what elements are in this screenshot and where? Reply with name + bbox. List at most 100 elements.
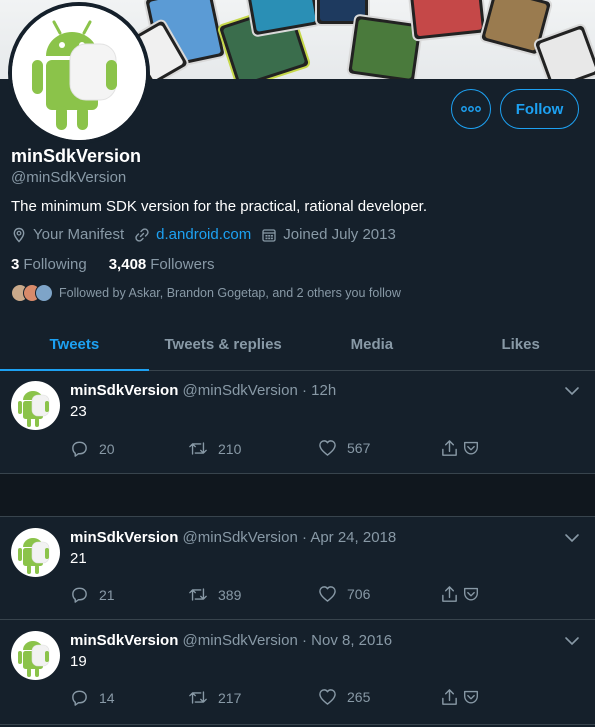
android-marshmallow-logo <box>18 391 50 427</box>
tweet-author-handle[interactable]: @minSdkVersion <box>183 382 298 399</box>
tweet-avatar[interactable] <box>11 381 60 430</box>
save-action[interactable] <box>462 688 490 706</box>
tweet-separator <box>0 474 595 516</box>
save-action[interactable] <box>462 585 490 603</box>
profile-name: minSdkVersion <box>11 146 142 166</box>
tweet-time[interactable]: · 12h <box>302 382 336 399</box>
tweet-header: minSdkVersion @minSdkVersion · 12h <box>70 382 336 399</box>
profile-bio: The minimum SDK version for the practica… <box>11 198 428 215</box>
following-count[interactable]: 3 Following <box>11 256 87 273</box>
like-count: 567 <box>347 440 371 456</box>
tweet-actions: 21 389 706 <box>70 585 490 605</box>
tweet-author-handle[interactable]: @minSdkVersion <box>183 529 298 546</box>
android-marshmallow-logo <box>18 641 50 677</box>
tab-tweets[interactable]: Tweets <box>0 319 149 371</box>
reply-count: 14 <box>99 689 115 706</box>
follow-counts: 3 Following 3,408 Followers <box>11 256 236 273</box>
share-icon <box>442 440 457 456</box>
followers-number: 3,408 <box>108 256 147 273</box>
followers-count[interactable]: 3,408 Followers <box>109 256 215 273</box>
share-icon <box>442 586 457 602</box>
tweet-author-name[interactable]: minSdkVersion <box>70 632 178 649</box>
follower-avatar <box>35 284 53 302</box>
tab-likes[interactable]: Likes <box>446 319 595 370</box>
profile-meta: Your Manifest d.android.com Joined July … <box>11 226 406 243</box>
location-pin-icon <box>13 227 25 243</box>
website-item[interactable]: d.android.com <box>134 226 251 243</box>
website-link[interactable]: d.android.com <box>156 226 251 243</box>
reply-icon <box>72 690 87 706</box>
tweet-text: 19 <box>70 653 87 670</box>
android-marshmallow-logo <box>18 538 50 574</box>
tweet-avatar[interactable] <box>11 631 60 680</box>
tab-tweets-replies[interactable]: Tweets & replies <box>149 319 298 370</box>
more-button[interactable] <box>451 89 491 129</box>
joined-item: Joined July 2013 <box>261 226 396 243</box>
tweet[interactable]: minSdkVersion @minSdkVersion · 12h 23 20… <box>0 371 595 474</box>
retweet-icon <box>189 588 207 601</box>
follow-button[interactable]: Follow <box>500 89 579 129</box>
reply-count: 21 <box>99 586 115 603</box>
profile-avatar[interactable] <box>8 2 150 144</box>
tweet-author-name[interactable]: minSdkVersion <box>70 529 178 546</box>
reply-icon <box>72 441 87 457</box>
heart-icon <box>319 689 336 705</box>
tab-media[interactable]: Media <box>298 319 447 370</box>
follower-avatars <box>11 284 53 302</box>
save-action[interactable] <box>462 439 490 457</box>
heart-icon <box>319 586 336 602</box>
profile-handle: @minSdkVersion <box>11 169 127 186</box>
tweet-author-name[interactable]: minSdkVersion <box>70 382 178 399</box>
reply-action[interactable]: 21 <box>70 585 115 604</box>
retweet-count: 217 <box>218 689 242 706</box>
link-icon <box>135 227 149 242</box>
heart-icon <box>319 440 336 456</box>
followed-by-text: Followed by Askar, Brandon Gogetap, and … <box>59 286 401 300</box>
reply-action[interactable]: 14 <box>70 688 115 707</box>
following-number: 3 <box>11 256 20 273</box>
profile-tabs: Tweets Tweets & replies Media Likes <box>0 319 595 371</box>
chevron-down-icon[interactable] <box>564 385 580 397</box>
tweet-text: 23 <box>70 403 87 420</box>
retweet-icon <box>189 691 207 704</box>
followed-by[interactable]: Followed by Askar, Brandon Gogetap, and … <box>11 284 401 302</box>
chevron-down-icon[interactable] <box>564 635 580 647</box>
retweet-count: 210 <box>218 440 242 457</box>
tweet[interactable]: minSdkVersion @minSdkVersion · Apr 24, 2… <box>0 516 595 620</box>
tweet-time[interactable]: · Apr 24, 2018 <box>302 529 396 546</box>
reply-count: 20 <box>99 440 115 457</box>
more-dots-icon <box>461 106 481 112</box>
pocket-save-icon <box>464 690 478 704</box>
tweet-time[interactable]: · Nov 8, 2016 <box>302 632 392 649</box>
pocket-save-icon <box>464 587 478 601</box>
tweet-header: minSdkVersion @minSdkVersion · Apr 24, 2… <box>70 529 396 546</box>
like-action[interactable]: 567 <box>318 439 370 457</box>
location-text: Your Manifest <box>33 226 125 243</box>
reply-action[interactable]: 20 <box>70 439 115 458</box>
tweet-avatar[interactable] <box>11 528 60 577</box>
retweet-action[interactable]: 210 <box>188 439 241 458</box>
calendar-icon <box>262 228 276 242</box>
android-marshmallow-logo <box>12 6 146 140</box>
like-count: 265 <box>347 689 371 705</box>
retweet-action[interactable]: 217 <box>188 688 241 707</box>
like-action[interactable]: 706 <box>318 585 370 603</box>
chevron-down-icon[interactable] <box>564 532 580 544</box>
share-icon <box>442 689 457 705</box>
tweet-actions: 14 217 265 <box>70 688 490 708</box>
like-action[interactable]: 265 <box>318 688 370 706</box>
banner-phone <box>407 0 488 42</box>
following-label: Following <box>23 256 87 273</box>
retweet-icon <box>189 442 207 455</box>
joined-text: Joined July 2013 <box>283 226 396 243</box>
tweet-header: minSdkVersion @minSdkVersion · Nov 8, 20… <box>70 632 392 649</box>
retweet-count: 389 <box>218 586 242 603</box>
banner-phone <box>244 0 322 38</box>
retweet-action[interactable]: 389 <box>188 585 241 604</box>
location-item: Your Manifest <box>11 226 124 243</box>
like-count: 706 <box>347 586 371 602</box>
tweet[interactable]: minSdkVersion @minSdkVersion · Nov 8, 20… <box>0 620 595 725</box>
tweet-author-handle[interactable]: @minSdkVersion <box>183 632 298 649</box>
tweet-actions: 20 210 567 <box>70 439 490 459</box>
pocket-save-icon <box>464 441 478 455</box>
